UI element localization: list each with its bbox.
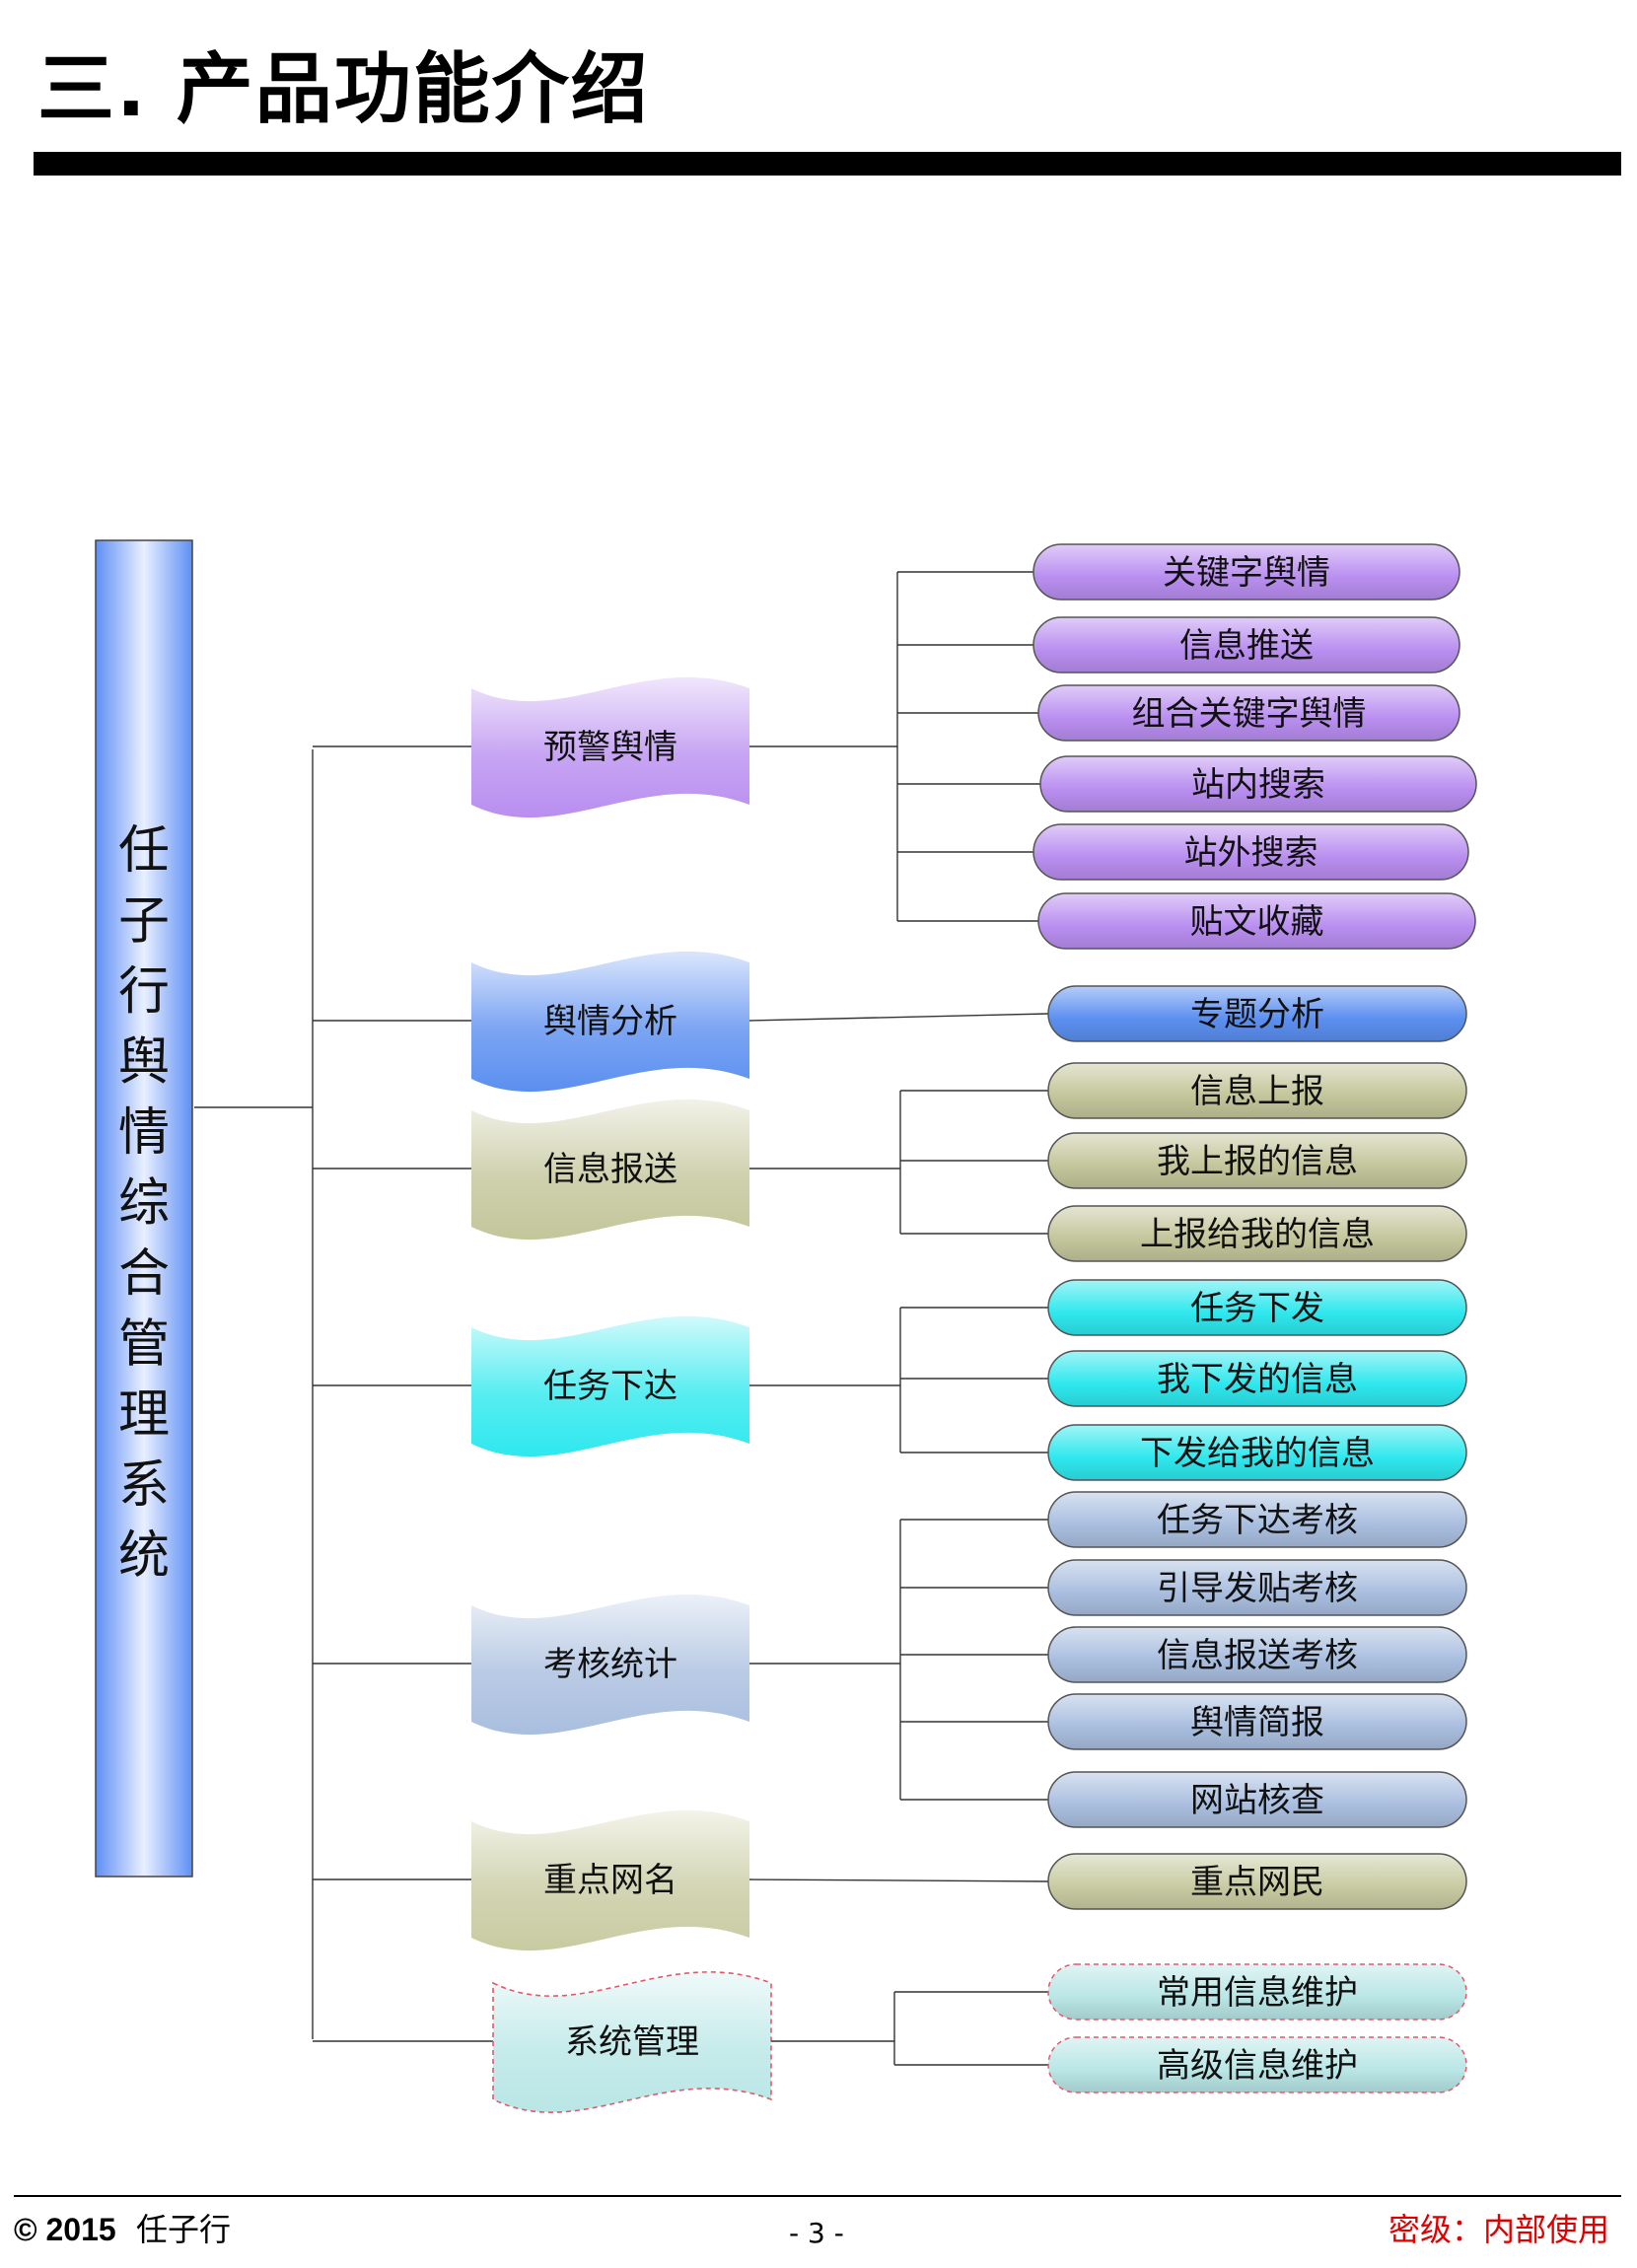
group-label: 考核统计 [543, 1645, 677, 1684]
feature-item-label: 高级信息维护 [1157, 2046, 1358, 2086]
root-title-char: 理 [118, 1385, 170, 1445]
footer-copyright: © 2015 任子行 [14, 2205, 231, 2250]
feature-item-label: 信息报送考核 [1157, 1636, 1358, 1675]
function-tree-diagram: 任子行舆情综合管理系统 预警舆情 关键字舆情信息推送组合关键字舆情站内搜索站外搜索贴… [95, 539, 1477, 2113]
footer-divider [14, 2195, 1621, 2197]
footer-company: 任子行 [136, 2211, 232, 2248]
root-title-char: 情 [118, 1103, 170, 1163]
item-connector [748, 1878, 1049, 1882]
root-title-char: 管 [118, 1315, 170, 1375]
feature-item-label: 站内搜索 [1191, 765, 1325, 805]
feature-item-label: 信息上报 [1190, 1072, 1324, 1111]
root-title-char: 行 [118, 962, 170, 1022]
group-label: 舆情分析 [543, 1002, 677, 1041]
feature-item-label: 常用信息维护 [1157, 1973, 1358, 2013]
feature-item-label: 引导发贴考核 [1157, 1569, 1358, 1608]
root-title-char: 舆 [118, 1033, 170, 1093]
feature-item-label: 舆情简报 [1190, 1703, 1324, 1742]
feature-item-label: 我上报的信息 [1157, 1142, 1358, 1181]
feature-item-label: 上报给我的信息 [1140, 1215, 1375, 1254]
group-label: 系统管理 [565, 2022, 699, 2062]
root-title-char: 统 [118, 1526, 170, 1586]
group-label: 重点网名 [543, 1861, 677, 1900]
feature-item-label: 下发给我的信息 [1140, 1434, 1375, 1473]
feature-item-label: 重点网民 [1190, 1863, 1324, 1902]
feature-item-label: 信息推送 [1179, 626, 1314, 666]
root-title-char: 合 [118, 1244, 170, 1304]
group-label: 信息报送 [543, 1150, 677, 1189]
feature-item-label: 任务下发 [1190, 1289, 1324, 1328]
root-title-char: 综 [118, 1174, 170, 1234]
feature-item-label: 网站核查 [1190, 1781, 1324, 1820]
group-label: 预警舆情 [543, 728, 677, 767]
feature-item-label: 关键字舆情 [1163, 553, 1330, 593]
root-title-char: 系 [118, 1456, 170, 1516]
root-title-char: 任 [118, 821, 170, 881]
feature-item-label: 组合关键字舆情 [1132, 694, 1367, 734]
root-title-char: 子 [118, 892, 170, 952]
item-connector [748, 1013, 1049, 1022]
group-label: 任务下达 [543, 1367, 677, 1406]
copyright-year: © 2015 [14, 2212, 116, 2247]
feature-item-label: 贴文收藏 [1190, 902, 1324, 942]
classification-label: 密级：内部使用 [1388, 2211, 1609, 2248]
feature-item-label: 站外搜索 [1184, 833, 1318, 873]
feature-item-label: 我下发的信息 [1157, 1360, 1358, 1399]
feature-item-label: 任务下达考核 [1157, 1501, 1358, 1540]
feature-item-label: 专题分析 [1190, 995, 1324, 1034]
page-number: - 3 - [789, 2217, 844, 2249]
